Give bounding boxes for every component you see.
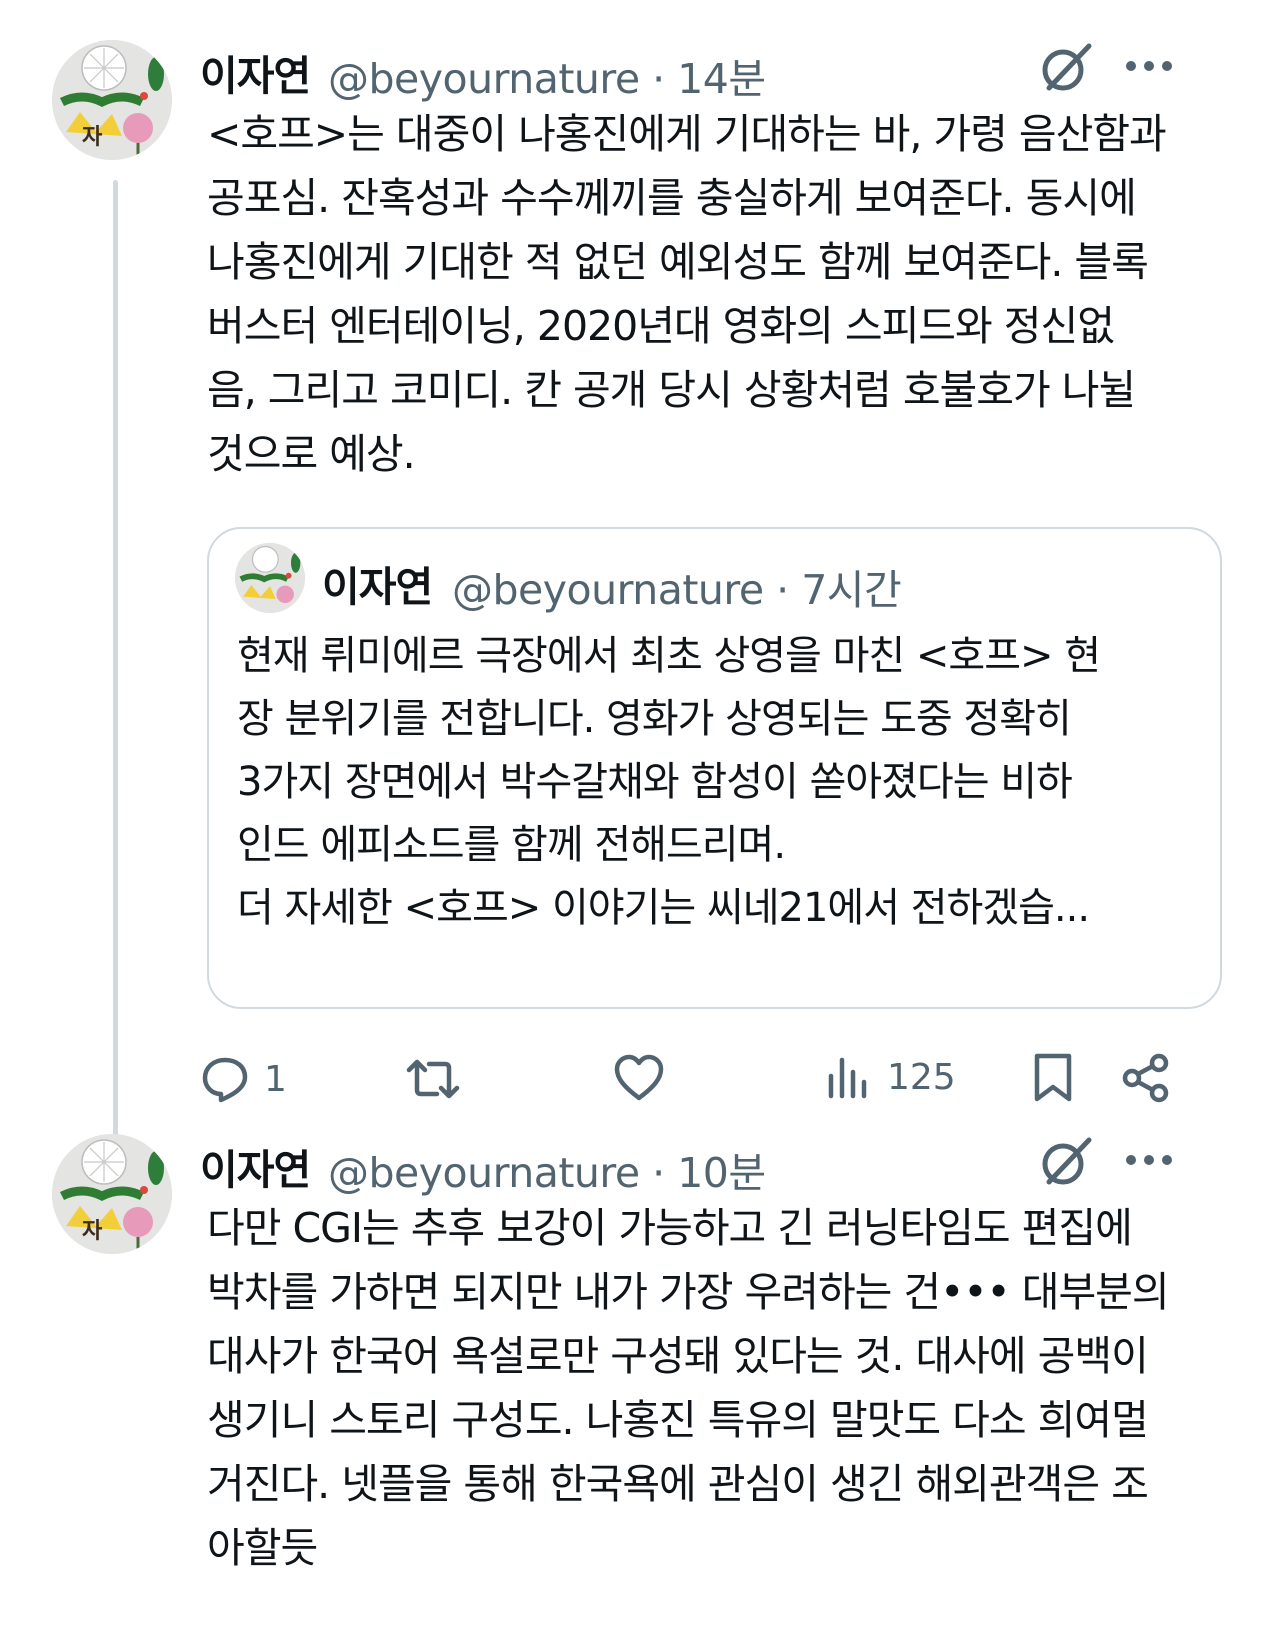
dot-separator: · <box>763 566 802 614</box>
avatar[interactable]: 자 <box>52 1134 172 1254</box>
svg-text:자: 자 <box>82 1219 103 1244</box>
more-icon[interactable] <box>1123 58 1175 74</box>
text-line: 버스터 엔터테이닝, 2020년대 영화의 스피드와 정신없 <box>207 302 1115 350</box>
text-line: 다만 CGI는 추후 보강이 가능하고 긴 러닝타임도 편집에 <box>207 1204 1133 1252</box>
quote-author-handle[interactable]: @beyournature <box>452 566 764 614</box>
dot-separator: · <box>639 55 678 103</box>
text-line: 생기니 스토리 구성도. 나홍진 특유의 말맛도 다소 희여멀 <box>207 1396 1149 1444</box>
quote-author-name[interactable]: 이자연 <box>322 553 433 613</box>
text-line: 아할듯 <box>207 1524 318 1572</box>
reply-count: 1 <box>264 1058 287 1100</box>
views-icon <box>828 1057 867 1099</box>
quote-text-line: 인드 에피소드를 함께 전해드리며. <box>237 822 786 868</box>
repost-button[interactable] <box>405 1056 461 1102</box>
like-button[interactable] <box>613 1054 665 1102</box>
tweet-text: 다만 CGI는 추후 보강이 가능하고 긴 러닝타임도 편집에 박차를 가하면 … <box>207 1196 1217 1580</box>
share-button[interactable] <box>1122 1053 1170 1103</box>
text-line: 나홍진에게 기대한 적 없던 예외성도 함께 보여준다. 블록 <box>207 238 1149 286</box>
bookmark-button[interactable] <box>1032 1052 1074 1104</box>
grok-icon[interactable] <box>1037 1134 1093 1190</box>
author-handle-time[interactable]: @beyournature · 14분 <box>328 45 766 105</box>
text-line: 거진다. 넷플을 통해 한국욕에 관심이 생긴 해외관객은 조 <box>207 1460 1149 1508</box>
like-icon <box>614 1054 664 1101</box>
grok-icon[interactable] <box>1037 40 1093 96</box>
quote-text-line: 더 자세한 <호프> 이야기는 씨네21에서 전하겠습... <box>237 885 1090 931</box>
author-handle[interactable]: @beyournature <box>328 55 640 103</box>
text-line: 박차를 가하면 되지만 내가 가장 우려하는 건••• 대부분의 <box>207 1268 1170 1316</box>
svg-text:자: 자 <box>82 125 103 150</box>
share-icon <box>1122 1053 1169 1103</box>
author-handle[interactable]: @beyournature <box>328 1149 640 1197</box>
timestamp[interactable]: 14분 <box>677 55 766 103</box>
repost-icon <box>406 1059 460 1099</box>
quote-avatar[interactable] <box>235 543 305 613</box>
views-count: 125 <box>887 1056 956 1098</box>
thread-line <box>113 180 118 1170</box>
quote-text: 현재 뤼미에르 극장에서 최초 상영을 마친 <호프> 현 장 분위기를 전합니… <box>237 625 1101 940</box>
author-handle-time[interactable]: @beyournature · 10분 <box>328 1139 766 1199</box>
quote-timestamp[interactable]: 7시간 <box>801 566 902 614</box>
more-icon[interactable] <box>1123 1152 1175 1168</box>
quote-handle-time[interactable]: @beyournature · 7시간 <box>452 556 902 616</box>
views-button[interactable]: 125 <box>827 1054 956 1100</box>
timestamp[interactable]: 10분 <box>677 1149 766 1197</box>
tweet-text: <호프>는 대중이 나홍진에게 기대하는 바, 가령 음산함과 공포심. 잔혹성… <box>207 102 1217 486</box>
text-line: 대사가 한국어 욕설로만 구성돼 있다는 것. 대사에 공백이 <box>207 1332 1149 1380</box>
author-name[interactable]: 이자연 <box>200 1136 311 1196</box>
quote-text-line: 3가지 장면에서 박수갈채와 함성이 쏟아졌다는 비하 <box>237 759 1073 805</box>
reply-icon <box>202 1057 248 1103</box>
text-line: 것으로 예상. <box>207 430 416 478</box>
author-name[interactable]: 이자연 <box>200 42 311 102</box>
bookmark-icon <box>1034 1053 1072 1102</box>
dot-separator: · <box>639 1149 678 1197</box>
quote-text-line: 장 분위기를 전합니다. 영화가 상영되는 도중 정확히 <box>237 696 1072 742</box>
text-line: <호프>는 대중이 나홍진에게 기대하는 바, 가령 음산함과 <box>207 110 1167 158</box>
text-line: 공포심. 잔혹성과 수수께끼를 충실하게 보여준다. 동시에 <box>207 174 1137 222</box>
reply-button[interactable]: 1 <box>200 1054 287 1104</box>
text-line: 음, 그리고 코미디. 칸 공개 당시 상황처럼 호불호가 나뉠 <box>207 366 1136 414</box>
avatar[interactable]: 자 <box>52 40 172 160</box>
quote-text-line: 현재 뤼미에르 극장에서 최초 상영을 마친 <호프> 현 <box>237 633 1101 679</box>
